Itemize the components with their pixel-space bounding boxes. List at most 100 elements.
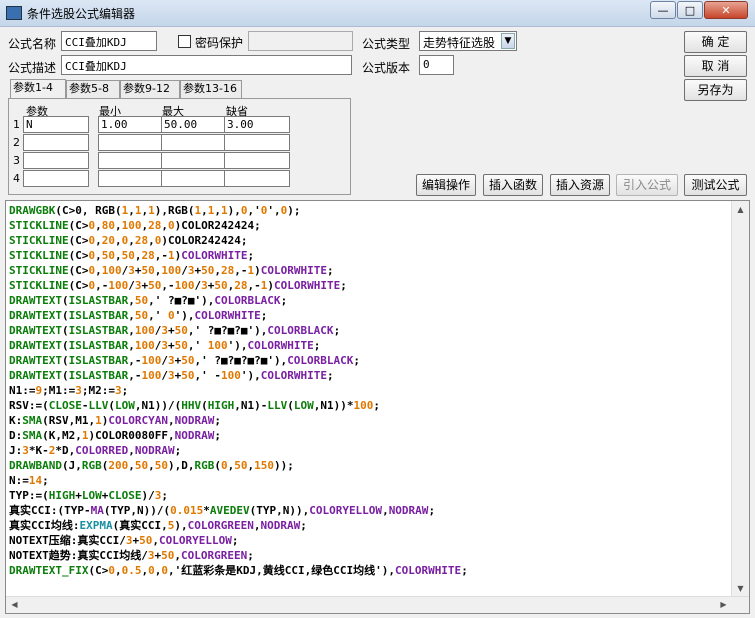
code-token: ; [247,549,254,562]
param-min-input[interactable] [98,134,164,151]
code-token: ,' ?■?■'), [148,294,215,307]
code-token: TYP:=( [9,489,49,502]
code-token: ; [214,414,221,427]
param-name-input[interactable] [23,152,89,169]
close-button[interactable]: ✕ [704,1,748,19]
param-default-input[interactable] [224,170,290,187]
minimize-button[interactable]: — [650,1,676,19]
code-token: ,N1))/( [134,399,182,412]
tab-params-9-12[interactable]: 参数9-12 [120,80,180,98]
code-token: NODRAW [174,429,215,442]
code-token: 28 [220,264,235,277]
code-token: DRAWTEXT_FIX [9,564,89,577]
horizontal-scrollbar[interactable]: ◀ ▶ [6,596,749,613]
param-max-input[interactable] [161,134,227,151]
code-token: (TYP,N))/( [103,504,171,517]
insert-resource-button[interactable]: 插入资源 [550,174,610,196]
code-token: NODRAW [134,444,175,457]
formula-type-value: 走势特征选股 [423,36,496,50]
code-token: / [128,279,135,292]
code-token: RGB [194,459,215,472]
formula-type-label: 公式类型 [362,37,411,51]
code-line: DRAWGBK(C>0, RGB(1,1,1),RGB(1,1,1),0,'0'… [9,203,729,218]
param-max-input[interactable] [161,170,227,187]
code-token: 50 [101,249,115,262]
scroll-right-icon[interactable]: ▶ [716,597,731,612]
code-token: ,N1)- [234,399,268,412]
param-min-input[interactable]: 1.00 [98,116,164,133]
code-token: , [114,234,122,247]
scroll-left-icon[interactable]: ◀ [7,597,22,612]
code-line: DRAWTEXT(ISLASTBAR,100/3+50,' ?■?■?■'),C… [9,323,729,338]
formula-name-input[interactable]: CCI叠加KDJ [61,31,157,51]
tab-params-13-16[interactable]: 参数13-16 [180,80,242,98]
import-formula-button[interactable]: 引入公式 [616,174,678,196]
password-checkbox[interactable] [178,35,191,48]
param-max-input[interactable] [161,152,227,169]
code-line: DRAWTEXT(ISLASTBAR,-100/3+50,' ?■?■?■?■'… [9,353,729,368]
param-name-input[interactable] [23,170,89,187]
code-token: 28 [148,219,162,232]
code-token: 80 [101,219,115,232]
code-token: EXPMA [79,519,113,532]
save-as-button[interactable]: 另存为 [684,79,747,101]
code-token: COLORBLACK [287,354,354,367]
code-editor[interactable]: DRAWGBK(C>0, RGB(1,1,1),RGB(1,1,1),0,'0'… [5,200,750,614]
param-default-input[interactable] [224,152,290,169]
code-line: DRAWTEXT(ISLASTBAR,50,' 0'),COLORWHITE; [9,308,729,323]
edit-operation-button[interactable]: 编辑操作 [416,174,476,196]
code-token: 50 [174,339,188,352]
code-token: DRAWGBK [9,204,56,217]
code-token: , [114,249,122,262]
formula-type-select[interactable]: 走势特征选股 ▼ [419,31,517,51]
code-token: NOTEXT压缩:真实CCI/ [9,534,126,547]
code-token: CLOSE [108,489,142,502]
formula-desc-input[interactable]: CCI叠加KDJ [61,55,352,75]
code-token: 50 [148,279,162,292]
code-token: 28 [141,249,155,262]
code-token: J: [9,444,23,457]
param-min-input[interactable] [98,152,164,169]
maximize-button[interactable]: □ [677,1,703,19]
code-token: ,- [128,354,142,367]
code-token: , [95,249,102,262]
code-token: ,- [234,264,248,277]
code-token: 100 [134,324,155,337]
ok-button[interactable]: 确 定 [684,31,747,53]
code-token: 100 [141,354,162,367]
param-min-input[interactable] [98,170,164,187]
code-token: N:= [9,474,29,487]
param-default-input[interactable] [224,134,290,151]
param-max-input[interactable]: 50.00 [161,116,227,133]
code-text[interactable]: DRAWGBK(C>0, RGB(1,1,1),RGB(1,1,1),0,'0'… [9,203,729,578]
code-token: RSV:=( [9,399,49,412]
tab-params-5-8[interactable]: 参数5-8 [66,80,120,98]
code-token: STICKLINE [9,234,69,247]
formula-version-input[interactable]: 0 [419,55,454,75]
tab-params-1-4[interactable]: 参数1-4 [10,79,66,99]
code-token: DRAWTEXT [9,324,62,337]
code-line: DRAWTEXT(ISLASTBAR,100/3+50,' 100'),COLO… [9,338,729,353]
code-token: , [382,504,389,517]
param-name-input[interactable] [23,134,89,151]
code-token: ; [121,384,129,397]
code-token: ( [61,339,69,352]
scroll-up-icon[interactable]: ▲ [733,202,748,217]
test-formula-button[interactable]: 测试公式 [684,174,747,196]
code-token: 14 [28,474,43,487]
code-token: ( [108,399,115,412]
cancel-button[interactable]: 取 消 [684,55,747,77]
param-name-input[interactable]: N [23,116,89,133]
code-token: (C> [68,219,89,232]
vertical-scrollbar[interactable]: ▲ ▼ [731,201,749,597]
code-token: LOW [115,399,135,412]
code-token: '), [174,309,195,322]
param-default-input[interactable]: 3.00 [224,116,290,133]
code-token: , [128,459,135,472]
insert-function-button[interactable]: 插入函数 [483,174,543,196]
code-token: ; [174,444,182,457]
password-input[interactable] [248,31,353,51]
title-bar: 条件选股公式编辑器 — □ ✕ [0,0,755,27]
code-token: *K- [28,444,49,457]
scroll-down-icon[interactable]: ▼ [733,581,748,596]
